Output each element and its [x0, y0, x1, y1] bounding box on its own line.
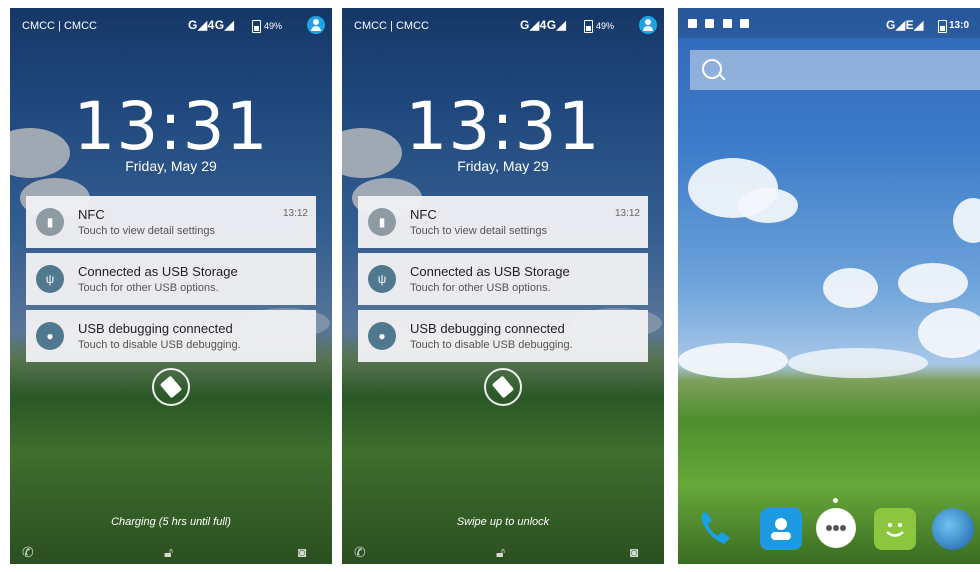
battery-percent: 49% [264, 21, 283, 31]
notification-subtitle: Touch to view detail settings [78, 225, 215, 237]
phone-icon[interactable]: ✆ [22, 544, 34, 561]
lock-icon [705, 19, 714, 28]
signal-indicator: G◢4G◢ [520, 18, 567, 32]
charging-status: Charging (5 hrs until full) [111, 516, 231, 528]
date: Friday, May 29 [125, 158, 217, 174]
browser-app-icon[interactable] [932, 508, 974, 550]
notification-clear-icon[interactable] [484, 368, 522, 406]
status-bar: CMCC | CMCC G◢4G◢ 49% [342, 8, 664, 38]
notification-subtitle: Touch to disable USB debugging. [78, 339, 241, 351]
page-indicator [833, 498, 838, 503]
status-bar: CMCC | CMCC G◢4G◢ 49% [10, 8, 332, 38]
signal-indicator: G◢E◢ [886, 18, 924, 32]
signal-indicator: G◢4G◢ [188, 18, 235, 32]
sd-card-icon [740, 19, 749, 28]
lock-screen-swipe: CMCC | CMCC G◢4G◢ 49% 13:31 Friday, May … [342, 8, 664, 564]
phone-icon[interactable]: ✆ [354, 544, 366, 561]
notification-title: NFC [78, 207, 105, 222]
search-bar[interactable] [690, 50, 980, 90]
nfc-icon: ▮ [36, 208, 64, 236]
battery-icon [252, 20, 261, 33]
home-screen: G◢E◢ 13:0 [678, 8, 980, 564]
camera-icon[interactable]: ◙ [630, 544, 638, 560]
search-icon [702, 59, 722, 79]
usb-icon: ψ [368, 265, 396, 293]
status-time: 13:0 [949, 20, 970, 31]
notification-nfc[interactable]: ▮ NFC Touch to view detail settings 13:1… [358, 196, 648, 248]
notification-title: Connected as USB Storage [78, 264, 238, 279]
phone-app-icon[interactable] [694, 508, 736, 550]
battery-percent: 49% [596, 21, 615, 31]
notification-usb-storage[interactable]: ψ Connected as USB Storage Touch for oth… [358, 253, 648, 305]
user-icon[interactable] [639, 16, 657, 34]
notification-nfc[interactable]: ▮ NFC Touch to view detail settings 13:1… [26, 196, 316, 248]
notification-title: NFC [410, 207, 437, 222]
lock-screen-charging: CMCC | CMCC G◢4G◢ 49% 13:31 Friday, May … [10, 8, 332, 564]
notification-title: USB debugging connected [78, 321, 233, 336]
lock-icon[interactable]: 🔓︎ [496, 544, 505, 561]
notification-time: 13:12 [614, 208, 640, 219]
unlock-hint: Swipe up to unlock [456, 516, 550, 528]
status-bar: G◢E◢ 13:0 [678, 8, 980, 38]
user-icon[interactable] [307, 16, 325, 34]
date: Friday, May 29 [457, 158, 549, 174]
carrier-label: CMCC | CMCC [22, 20, 97, 32]
screenshot-icon [688, 19, 697, 28]
camera-icon[interactable]: ◙ [298, 544, 306, 560]
lock-icon[interactable]: 🔓︎ [164, 544, 173, 561]
usb-icon: ψ [36, 265, 64, 293]
notification-subtitle: Touch for other USB options. [78, 282, 219, 294]
clock: 13:31 [405, 88, 601, 165]
contacts-app-icon[interactable] [760, 508, 802, 550]
nfc-icon: ▮ [368, 208, 396, 236]
notification-usb-storage[interactable]: ψ Connected as USB Storage Touch for oth… [26, 253, 316, 305]
notification-title: Connected as USB Storage [410, 264, 570, 279]
messaging-app-icon[interactable] [874, 508, 916, 550]
bug-icon: ● [368, 322, 396, 350]
sim-icon [723, 19, 732, 28]
notification-subtitle: Touch to disable USB debugging. [410, 339, 573, 351]
notification-usb-debugging[interactable]: ● USB debugging connected Touch to disab… [26, 310, 316, 362]
battery-icon [938, 20, 947, 33]
notification-usb-debugging[interactable]: ● USB debugging connected Touch to disab… [358, 310, 648, 362]
notification-subtitle: Touch to view detail settings [410, 225, 547, 237]
notification-subtitle: Touch for other USB options. [410, 282, 551, 294]
notification-time: 13:12 [282, 208, 308, 219]
app-drawer-icon[interactable] [816, 508, 856, 548]
battery-icon [584, 20, 593, 33]
carrier-label: CMCC | CMCC [354, 20, 429, 32]
notification-clear-icon[interactable] [152, 368, 190, 406]
bug-icon: ● [36, 322, 64, 350]
clock: 13:31 [73, 88, 269, 165]
notification-title: USB debugging connected [410, 321, 565, 336]
